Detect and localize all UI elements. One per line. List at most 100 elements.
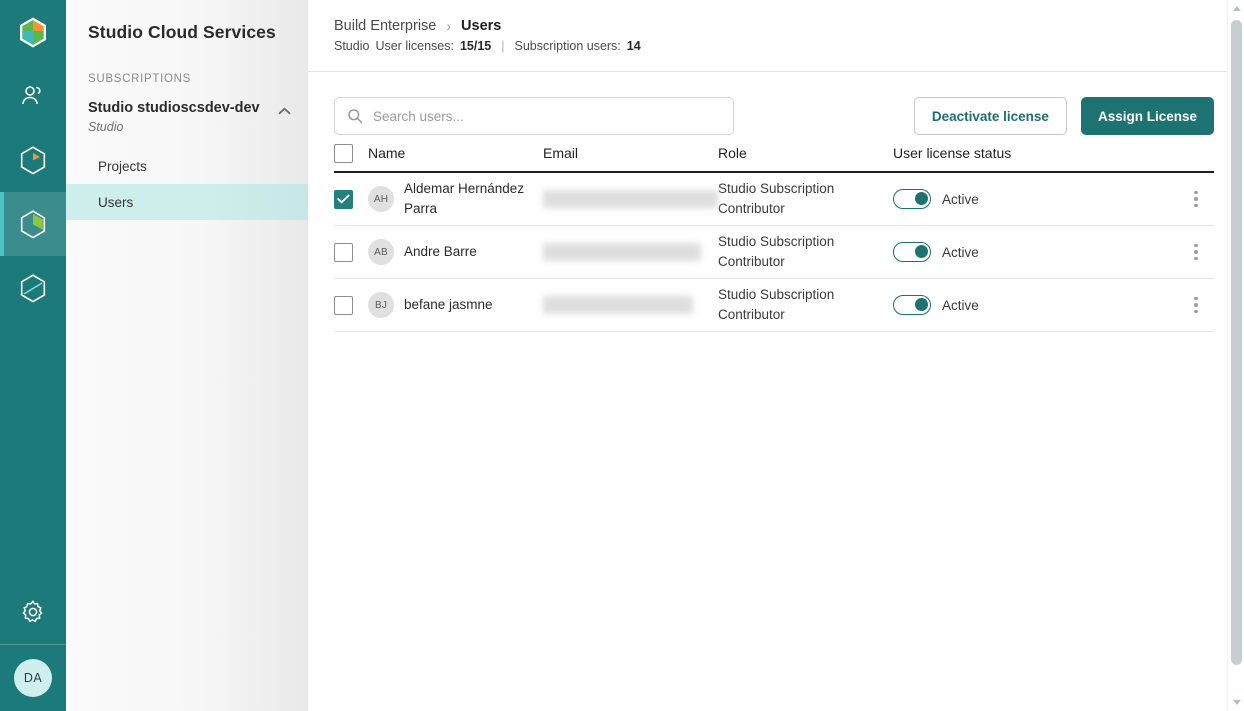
meta-subscription-users-label: Subscription users: (514, 39, 621, 53)
vertical-scrollbar[interactable] (1227, 0, 1244, 711)
sidebar-item-label: Projects (98, 158, 147, 174)
breadcrumb-bar: Build Enterprise › Users Studio User lic… (308, 0, 1244, 72)
meta-separator: | (501, 39, 505, 53)
column-header-role: Role (718, 145, 747, 161)
gear-icon (22, 600, 43, 623)
settings-button[interactable] (0, 580, 66, 644)
row-status-label: Active (942, 244, 979, 260)
cube-outline-icon (20, 273, 46, 303)
row-status-cell: Active (893, 295, 1178, 315)
toggle-knob (915, 245, 928, 258)
meta-licenses-value: 15/15 (459, 39, 492, 53)
sidebar-item-projects[interactable]: Projects (66, 148, 308, 184)
rail-item-projects[interactable] (0, 128, 66, 192)
row-checkbox[interactable] (334, 242, 353, 262)
search-icon (348, 109, 363, 124)
row-email-cell (543, 190, 718, 208)
cube-logo-icon (20, 17, 46, 47)
scroll-down-arrow-icon[interactable] (1228, 694, 1244, 711)
row-status-cell: Active (893, 189, 1178, 209)
row-email-cell (543, 296, 718, 314)
row-role-cell: Studio Subscription Contributor (718, 179, 893, 219)
breadcrumb-parent[interactable]: Build Enterprise (334, 18, 436, 34)
app-window: DA Studio Cloud Services SUBSCRIPTIONS S… (0, 0, 1244, 711)
row-avatar: AB (368, 239, 394, 265)
kebab-menu-icon[interactable] (1192, 238, 1199, 266)
table-header-row: Name Email Role User license status (334, 135, 1214, 173)
meta-licenses-label: User licenses: (375, 39, 454, 53)
column-header-name: Name (368, 145, 406, 161)
toggle-knob (915, 192, 928, 205)
license-status-toggle[interactable] (893, 295, 931, 315)
column-header-email: Email (543, 145, 579, 161)
sidebar-section-label: SUBSCRIPTIONS (88, 73, 192, 85)
row-select-cell (334, 242, 368, 262)
search-placeholder: Search users... (373, 108, 464, 124)
row-checkbox[interactable] (334, 295, 353, 315)
license-status-toggle[interactable] (893, 242, 931, 262)
sidebar-item-users[interactable]: Users (66, 184, 308, 220)
row-avatar: AH (368, 186, 394, 212)
row-user-name: Andre Barre (404, 244, 477, 259)
row-checkbox[interactable] (334, 189, 353, 209)
row-email-cell (543, 243, 718, 261)
row-actions-cell (1178, 238, 1214, 266)
rail-item-admin[interactable] (0, 256, 66, 320)
toolbar: Search users... Deactivate license Assig… (308, 72, 1244, 135)
row-role: Studio Subscription Contributor (718, 234, 835, 269)
row-name-cell: AB Andre Barre (368, 239, 543, 265)
chevron-up-icon[interactable] (274, 101, 294, 121)
row-role: Studio Subscription Contributor (718, 287, 835, 322)
rail-item-cloud-services[interactable] (0, 192, 66, 256)
rail-item-users[interactable] (0, 64, 66, 128)
row-name-cell: AH Aldemar Hernández Parra (368, 179, 543, 219)
row-role: Studio Subscription Contributor (718, 181, 835, 216)
main-content: Build Enterprise › Users Studio User lic… (308, 0, 1244, 711)
kebab-menu-icon[interactable] (1192, 185, 1199, 213)
sidebar-item-label: Users (98, 194, 134, 210)
row-actions-cell (1178, 291, 1214, 319)
row-avatar: BJ (368, 292, 394, 318)
row-user-name: Aldemar Hernández Parra (404, 181, 525, 216)
cube-orange-icon (20, 145, 46, 175)
breadcrumb-meta: Studio User licenses: 15/15 | Subscripti… (334, 39, 1244, 53)
column-header-status: User license status (893, 145, 1012, 161)
license-status-toggle[interactable] (893, 189, 931, 209)
check-icon (337, 194, 350, 204)
row-role-cell: Studio Subscription Contributor (718, 232, 893, 272)
rail-bottom: DA (0, 580, 66, 711)
kebab-menu-icon[interactable] (1192, 291, 1199, 319)
subscription-kind: Studio (88, 120, 124, 134)
assign-license-button[interactable]: Assign License (1080, 97, 1214, 135)
scroll-up-arrow-icon[interactable] (1228, 0, 1244, 17)
select-all-checkbox[interactable] (334, 143, 353, 163)
meta-subscription-users-value: 14 (626, 39, 641, 53)
subscription-name: Studio studioscsdev-dev (88, 100, 260, 116)
avatar: DA (14, 659, 52, 697)
row-actions-cell (1178, 185, 1214, 213)
row-user-name: befane jasmne (404, 297, 493, 312)
row-select-cell (334, 189, 368, 209)
table-row[interactable]: BJ befane jasmne Studio Subscription Con… (334, 279, 1214, 332)
toggle-knob (915, 298, 928, 311)
row-email-redacted (543, 296, 693, 314)
sidebar-panel: Studio Cloud Services SUBSCRIPTIONS Stud… (66, 0, 308, 711)
row-status-label: Active (942, 297, 979, 313)
meta-product: Studio (334, 39, 370, 53)
deactivate-license-button[interactable]: Deactivate license (913, 97, 1067, 135)
sidebar-nav: Projects Users (66, 148, 308, 220)
row-role-cell: Studio Subscription Contributor (718, 285, 893, 325)
icon-rail: DA (0, 0, 66, 711)
breadcrumb-separator-icon: › (446, 18, 452, 34)
subscription-text: Studio studioscsdev-dev Studio (88, 99, 274, 136)
row-status-label: Active (942, 191, 979, 207)
subscription-header[interactable]: Studio studioscsdev-dev Studio (66, 85, 308, 136)
scrollbar-thumb[interactable] (1231, 20, 1242, 665)
search-input[interactable]: Search users... (334, 97, 734, 135)
user-avatar-button[interactable]: DA (0, 645, 66, 711)
row-email-redacted (543, 190, 718, 208)
app-logo[interactable] (0, 0, 66, 64)
select-all-cell (334, 143, 368, 163)
table-row[interactable]: AH Aldemar Hernández Parra Studio Subscr… (334, 173, 1214, 226)
table-row[interactable]: AB Andre Barre Studio Subscription Contr… (334, 226, 1214, 279)
